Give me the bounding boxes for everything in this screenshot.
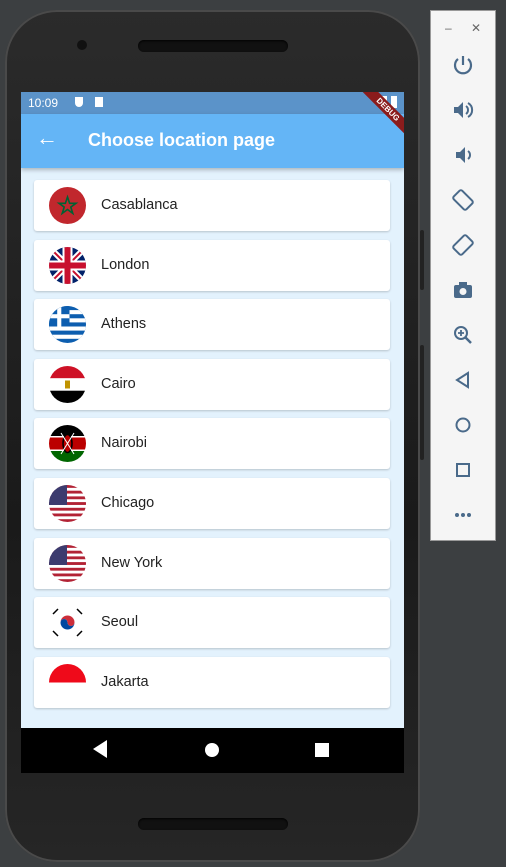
more-icon[interactable] bbox=[451, 503, 475, 527]
bottom-speaker bbox=[138, 818, 288, 830]
emulator-panel: – ✕ bbox=[430, 10, 496, 541]
location-item[interactable]: London bbox=[34, 239, 390, 291]
location-list: Casablanca London Athens Cairo Nairobi C… bbox=[34, 180, 390, 716]
morocco-flag-icon bbox=[49, 187, 86, 224]
overview-icon[interactable] bbox=[315, 743, 329, 757]
location-item[interactable]: Chicago bbox=[34, 477, 390, 529]
status-bar: 10:09 bbox=[21, 92, 404, 114]
back-icon[interactable] bbox=[93, 740, 107, 758]
home-icon[interactable] bbox=[451, 413, 475, 437]
overview-icon[interactable] bbox=[451, 458, 475, 482]
city-name: Casablanca bbox=[101, 197, 178, 213]
kenya-flag-icon bbox=[49, 425, 86, 463]
rotate-left-icon[interactable] bbox=[451, 188, 475, 212]
greece-flag-icon bbox=[49, 306, 86, 344]
side-button bbox=[420, 230, 424, 290]
city-name: Seoul bbox=[101, 614, 139, 631]
uk-flag-icon bbox=[49, 246, 86, 284]
system-nav-bar bbox=[21, 728, 404, 773]
sim-icon bbox=[95, 97, 103, 107]
city-name: Athens bbox=[101, 316, 147, 333]
location-item[interactable]: Seoul bbox=[34, 597, 390, 649]
location-item[interactable]: Casablanca bbox=[34, 180, 390, 231]
top-speaker bbox=[138, 40, 288, 52]
location-item[interactable]: Athens bbox=[34, 299, 390, 351]
city-name: Jakarta bbox=[101, 673, 149, 690]
shield-icon bbox=[75, 97, 83, 107]
usa-flag-icon bbox=[49, 484, 86, 522]
city-name: London bbox=[101, 256, 150, 273]
status-time: 10:09 bbox=[28, 96, 59, 110]
front-camera bbox=[77, 40, 87, 50]
zoom-icon[interactable] bbox=[451, 323, 475, 347]
power-icon[interactable] bbox=[451, 53, 475, 77]
location-item[interactable]: Nairobi bbox=[34, 418, 390, 470]
egypt-flag-icon bbox=[49, 365, 86, 403]
home-icon[interactable] bbox=[205, 743, 219, 757]
rotate-right-icon[interactable] bbox=[451, 233, 475, 257]
minimize-icon[interactable]: – bbox=[445, 21, 452, 35]
volume-up-icon[interactable] bbox=[451, 98, 475, 122]
city-name: Chicago bbox=[101, 494, 155, 511]
location-item[interactable]: New York bbox=[34, 537, 390, 589]
camera-icon[interactable] bbox=[451, 278, 475, 302]
usa-flag-icon bbox=[49, 544, 86, 582]
back-icon[interactable] bbox=[451, 368, 475, 392]
side-button bbox=[420, 345, 424, 460]
close-icon[interactable]: ✕ bbox=[471, 21, 481, 35]
city-name: New York bbox=[101, 554, 163, 571]
location-item[interactable]: Cairo bbox=[34, 358, 390, 410]
city-name: Nairobi bbox=[101, 435, 147, 452]
south-korea-flag-icon bbox=[49, 604, 86, 642]
app-screen: 10:09 ← Choose location page DEBUG Casab… bbox=[21, 92, 404, 773]
page-title: Choose location page bbox=[88, 130, 276, 150]
city-name: Cairo bbox=[101, 375, 136, 392]
volume-down-icon[interactable] bbox=[451, 143, 475, 167]
indonesia-flag-icon bbox=[49, 663, 86, 701]
location-item[interactable]: Jakarta bbox=[34, 656, 390, 708]
arrow-back-icon[interactable]: ← bbox=[35, 126, 59, 150]
app-bar: ← Choose location page bbox=[21, 114, 404, 168]
